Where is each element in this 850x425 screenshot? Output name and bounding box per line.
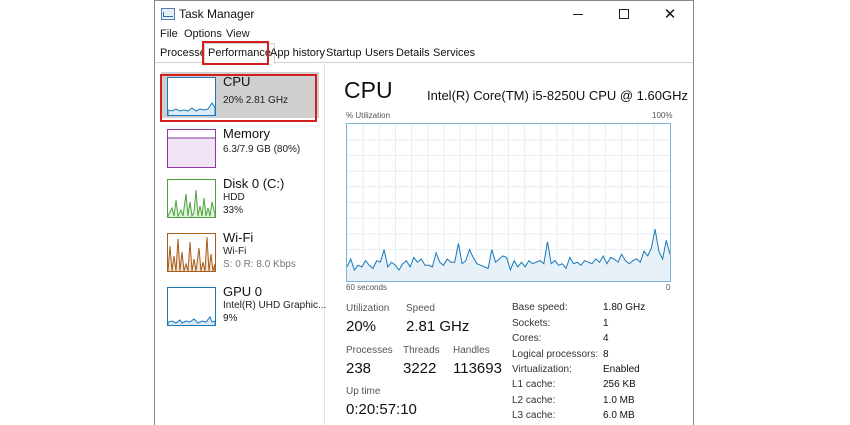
threads-value: 3222 bbox=[403, 360, 437, 377]
handles-value: 113693 bbox=[453, 360, 502, 377]
spec-label-sockets: Sockets: bbox=[512, 318, 551, 329]
graph-y-max: 100% bbox=[652, 111, 673, 120]
sidebar-item-memory[interactable]: Memory 6.3/7.9 GB (80%) bbox=[161, 124, 319, 170]
spec-label-l3-cache: L3 cache: bbox=[512, 410, 556, 421]
window-title: Task Manager bbox=[179, 7, 255, 21]
utilization-value: 20% bbox=[346, 318, 377, 335]
spec-value-cores: 4 bbox=[603, 333, 609, 344]
sidebar-disk-usage: 33% bbox=[223, 205, 244, 216]
handles-label: Handles bbox=[453, 345, 490, 356]
spec-value-l3-cache: 6.0 MB bbox=[603, 410, 635, 421]
minimize-button[interactable] bbox=[555, 1, 601, 27]
spec-value-virtualization: Enabled bbox=[603, 364, 640, 375]
processes-value: 238 bbox=[346, 360, 372, 377]
processes-label: Processes bbox=[346, 345, 393, 356]
graph-y-label: % Utilization bbox=[346, 111, 391, 120]
tab-services[interactable]: Services bbox=[430, 46, 478, 63]
gpu-thumbnail-graph bbox=[167, 287, 216, 326]
cpu-utilization-graph bbox=[346, 123, 671, 282]
spec-label-l2-cache: L2 cache: bbox=[512, 395, 556, 406]
cpu-item-highlight bbox=[160, 74, 317, 122]
graph-x-right: 0 bbox=[666, 283, 671, 292]
close-icon: ✕ bbox=[663, 6, 677, 23]
cpu-utilization-chart bbox=[347, 124, 670, 281]
sidebar-item-disk[interactable]: Disk 0 (C:) HDD 33% bbox=[161, 174, 319, 220]
graph-x-left: 60 seconds bbox=[346, 283, 387, 292]
task-manager-icon bbox=[161, 8, 175, 20]
spec-label-logical-processors: Logical processors: bbox=[512, 349, 599, 360]
spec-label-virtualization: Virtualization: bbox=[512, 364, 572, 375]
performance-tab-highlight bbox=[202, 41, 269, 65]
sidebar-gpu-model: Intel(R) UHD Graphic... bbox=[223, 300, 327, 311]
menu-file[interactable]: File bbox=[160, 28, 178, 40]
disk-thumbnail-graph bbox=[167, 179, 216, 218]
tab-users[interactable]: Users bbox=[362, 46, 397, 63]
uptime-value: 0:20:57:10 bbox=[346, 401, 417, 418]
cpu-title: CPU bbox=[344, 77, 393, 103]
sidebar-memory-name: Memory bbox=[223, 126, 270, 141]
close-button[interactable]: ✕ bbox=[647, 1, 693, 27]
uptime-label: Up time bbox=[346, 386, 381, 397]
speed-value: 2.81 GHz bbox=[406, 318, 470, 335]
tab-startup[interactable]: Startup bbox=[323, 46, 364, 63]
cpu-model: Intel(R) Core(TM) i5-8250U CPU @ 1.60GHz bbox=[427, 88, 688, 103]
spec-value-l2-cache: 1.0 MB bbox=[603, 395, 635, 406]
tab-app-history[interactable]: App history bbox=[267, 46, 328, 63]
speed-label: Speed bbox=[406, 303, 435, 314]
wifi-send-rate: S: 0 bbox=[223, 259, 241, 270]
sidebar-gpu-name: GPU 0 bbox=[223, 284, 263, 299]
spec-value-l1-cache: 256 KB bbox=[603, 379, 636, 390]
sidebar-disk-type: HDD bbox=[223, 192, 245, 203]
sidebar-item-gpu[interactable]: GPU 0 Intel(R) UHD Graphic... 9% bbox=[161, 282, 326, 328]
sidebar-wifi-name: Wi-Fi bbox=[223, 230, 254, 245]
sidebar-gpu-usage: 9% bbox=[223, 313, 238, 324]
spec-label-base-speed: Base speed: bbox=[512, 302, 568, 313]
menu-view[interactable]: View bbox=[226, 28, 250, 40]
spec-value-sockets: 1 bbox=[603, 318, 609, 329]
title-bar[interactable]: Task Manager ✕ bbox=[155, 1, 693, 27]
sidebar-item-wifi[interactable]: Wi-Fi Wi-Fi S: 0 R: 8.0 Kbps bbox=[161, 228, 319, 274]
tab-details[interactable]: Details bbox=[393, 46, 433, 63]
sidebar-disk-name: Disk 0 (C:) bbox=[223, 176, 285, 191]
minimize-icon bbox=[573, 13, 583, 15]
maximize-icon bbox=[619, 9, 629, 19]
utilization-label: Utilization bbox=[346, 303, 390, 314]
sidebar-wifi-throughput: S: 0 R: 8.0 Kbps bbox=[223, 259, 296, 270]
cpu-detail-panel: CPU Intel(R) Core(TM) i5-8250U CPU @ 1.6… bbox=[326, 64, 693, 425]
spec-label-l1-cache: L1 cache: bbox=[512, 379, 556, 390]
wifi-thumbnail-graph bbox=[167, 233, 216, 272]
sidebar-wifi-type: Wi-Fi bbox=[223, 246, 247, 257]
memory-thumbnail-graph bbox=[167, 129, 216, 168]
maximize-button[interactable] bbox=[601, 1, 647, 27]
spec-value-base-speed: 1.80 GHz bbox=[603, 302, 646, 313]
spec-value-logical-processors: 8 bbox=[603, 349, 609, 360]
task-manager-window: Task Manager ✕ File Options View Process… bbox=[154, 0, 694, 425]
spec-label-cores: Cores: bbox=[512, 333, 542, 344]
wifi-receive-rate: R: 8.0 Kbps bbox=[243, 259, 296, 270]
threads-label: Threads bbox=[403, 345, 440, 356]
menu-options[interactable]: Options bbox=[184, 28, 222, 40]
sidebar-memory-usage: 6.3/7.9 GB (80%) bbox=[223, 144, 301, 155]
